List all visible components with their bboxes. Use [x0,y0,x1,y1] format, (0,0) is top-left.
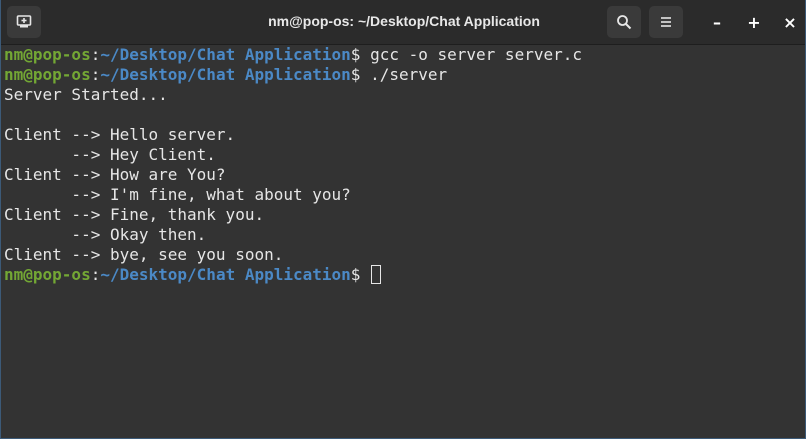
prompt-colon: : [90,65,101,84]
command-text: ./server [360,65,448,84]
prompt-user: nm@pop-os [4,45,91,64]
hamburger-menu-icon [661,17,671,27]
prompt-line: nm@pop-os:~/Desktop/Chat Application$ gc… [4,45,804,65]
prompt-user: nm@pop-os [4,65,91,84]
prompt-dollar: $ [350,45,361,64]
output-line: Client --> Fine, thank you. [4,205,265,224]
prompt-user: nm@pop-os [4,265,91,284]
search-button[interactable] [607,6,641,38]
output-line: Server Started... [4,85,168,104]
close-button[interactable]: × [776,8,804,36]
prompt-path: ~/Desktop/Chat Application [100,265,351,284]
new-tab-icon [16,15,32,28]
search-icon [617,15,632,30]
command-text: gcc -o server server.c [360,45,582,64]
minimize-button[interactable]: – [703,8,731,36]
window-title: nm@pop-os: ~/Desktop/Chat Application [268,13,540,29]
titlebar: nm@pop-os: ~/Desktop/Chat Application – … [1,0,805,45]
output-line: Client --> How are You? [4,165,226,184]
text-cursor [371,265,382,284]
output-line: --> Okay then. [4,225,207,244]
output-line: Client --> Hello server. [4,125,236,144]
terminal-window: nm@pop-os: ~/Desktop/Chat Application – … [0,0,806,439]
prompt-path: ~/Desktop/Chat Application [100,45,351,64]
prompt-path: ~/Desktop/Chat Application [100,65,351,84]
prompt-colon: : [90,265,101,284]
prompt-line: nm@pop-os:~/Desktop/Chat Application$ [4,265,804,285]
prompt-dollar: $ [350,265,361,284]
new-tab-button[interactable] [7,6,41,38]
output-line: Client --> bye, see you soon. [4,245,284,264]
prompt-colon: : [90,45,101,64]
output-line: --> Hey Client. [4,145,216,164]
prompt-line: nm@pop-os:~/Desktop/Chat Application$ ./… [4,65,804,85]
prompt-dollar: $ [350,65,361,84]
maximize-button[interactable]: + [740,8,768,36]
terminal-output[interactable]: nm@pop-os:~/Desktop/Chat Application$ gc… [4,45,804,437]
output-line: --> I'm fine, what about you? [4,185,351,204]
final-prompt-space [360,265,370,284]
menu-button[interactable] [649,6,683,38]
